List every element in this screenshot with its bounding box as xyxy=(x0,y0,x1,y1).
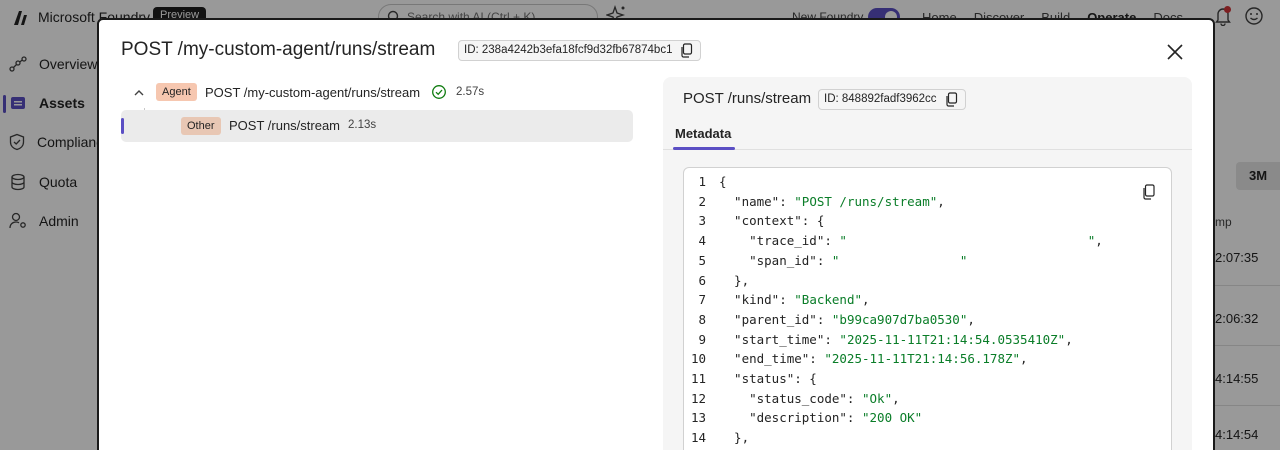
span-duration: 2.13s xyxy=(348,119,377,131)
copy-icon[interactable] xyxy=(945,92,959,107)
span-name: POST /runs/stream xyxy=(229,118,341,133)
span-id-text: ID: 848892fadf3962cc xyxy=(824,93,937,105)
line-number: 14 xyxy=(690,430,706,446)
code-text: { xyxy=(719,174,727,189)
tab-metadata[interactable]: Metadata xyxy=(675,126,731,148)
trace-id-text: ID: 238a4242b3efa18fcf9d32fb67874bc1 xyxy=(464,44,673,56)
active-tab-indicator xyxy=(673,147,735,150)
span-duration: 2.57s xyxy=(456,86,485,98)
close-icon[interactable] xyxy=(1165,42,1185,62)
copy-code-icon[interactable] xyxy=(1142,184,1156,200)
code-text: "span_id": " " xyxy=(719,252,968,268)
span-type-badge: Other xyxy=(181,117,221,135)
line-number: 5 xyxy=(698,252,706,268)
code-text: }, xyxy=(719,430,750,446)
line-number: 4 xyxy=(698,233,706,249)
span-id-chip: ID: 848892fadf3962cc xyxy=(818,89,966,110)
line-number: 6 xyxy=(698,272,706,288)
line-number: 10 xyxy=(690,351,706,367)
line-number: 2 xyxy=(698,193,706,209)
line-number: 13 xyxy=(690,410,706,426)
code-text: "parent_id": "b99ca907d7ba0530", xyxy=(719,311,975,327)
json-code-viewer[interactable]: 1 {2 "name": "POST /runs/stream", 3 "conte… xyxy=(683,167,1172,450)
span-type-badge: Agent xyxy=(156,83,197,101)
code-text: "context": { xyxy=(719,213,825,229)
tab-divider xyxy=(663,149,1192,150)
success-check-icon xyxy=(432,85,446,99)
line-number: 11 xyxy=(690,371,706,386)
dialog-title: POST /my-custom-agent/runs/stream xyxy=(121,39,436,60)
span-detail-panel: POST /runs/stream ID: 848892fadf3962cc M… xyxy=(663,77,1192,450)
span-tree-row-other[interactable]: Other POST /runs/stream 2.13s xyxy=(121,110,633,142)
trace-id-chip: ID: 238a4242b3efa18fcf9d32fb67874bc1 xyxy=(458,40,702,61)
span-tree-row-agent[interactable]: Agent POST /my-custom-agent/runs/stream … xyxy=(121,77,633,109)
code-text: "start_time": "2025-11-11T21:14:54.05354… xyxy=(719,331,1073,347)
line-number: 8 xyxy=(698,311,706,327)
code-text: }, xyxy=(719,272,750,288)
code-text: "trace_id": " ", xyxy=(719,233,1103,249)
span-detail-title: POST /runs/stream xyxy=(683,90,812,107)
code-text: "end_time": "2025-11-11T21:14:56.178Z", xyxy=(719,351,1028,367)
code-text: "status": { xyxy=(719,371,817,386)
line-number: 7 xyxy=(698,292,706,308)
selected-indicator xyxy=(121,118,124,134)
trace-detail-dialog: POST /my-custom-agent/runs/stream ID: 23… xyxy=(97,18,1215,450)
span-name: POST /my-custom-agent/runs/stream xyxy=(205,85,421,100)
code-text: "status_code": "Ok", xyxy=(719,390,900,406)
line-number: 1 xyxy=(698,174,706,189)
copy-icon[interactable] xyxy=(680,43,694,58)
chevron-up-icon[interactable] xyxy=(133,87,145,99)
code-text: "kind": "Backend", xyxy=(719,292,870,308)
line-number: 12 xyxy=(690,390,706,406)
code-text: "name": "POST /runs/stream", xyxy=(719,193,945,209)
line-number: 3 xyxy=(698,213,706,229)
code-text: "description": "200 OK" xyxy=(719,410,923,426)
line-number: 9 xyxy=(698,331,706,347)
